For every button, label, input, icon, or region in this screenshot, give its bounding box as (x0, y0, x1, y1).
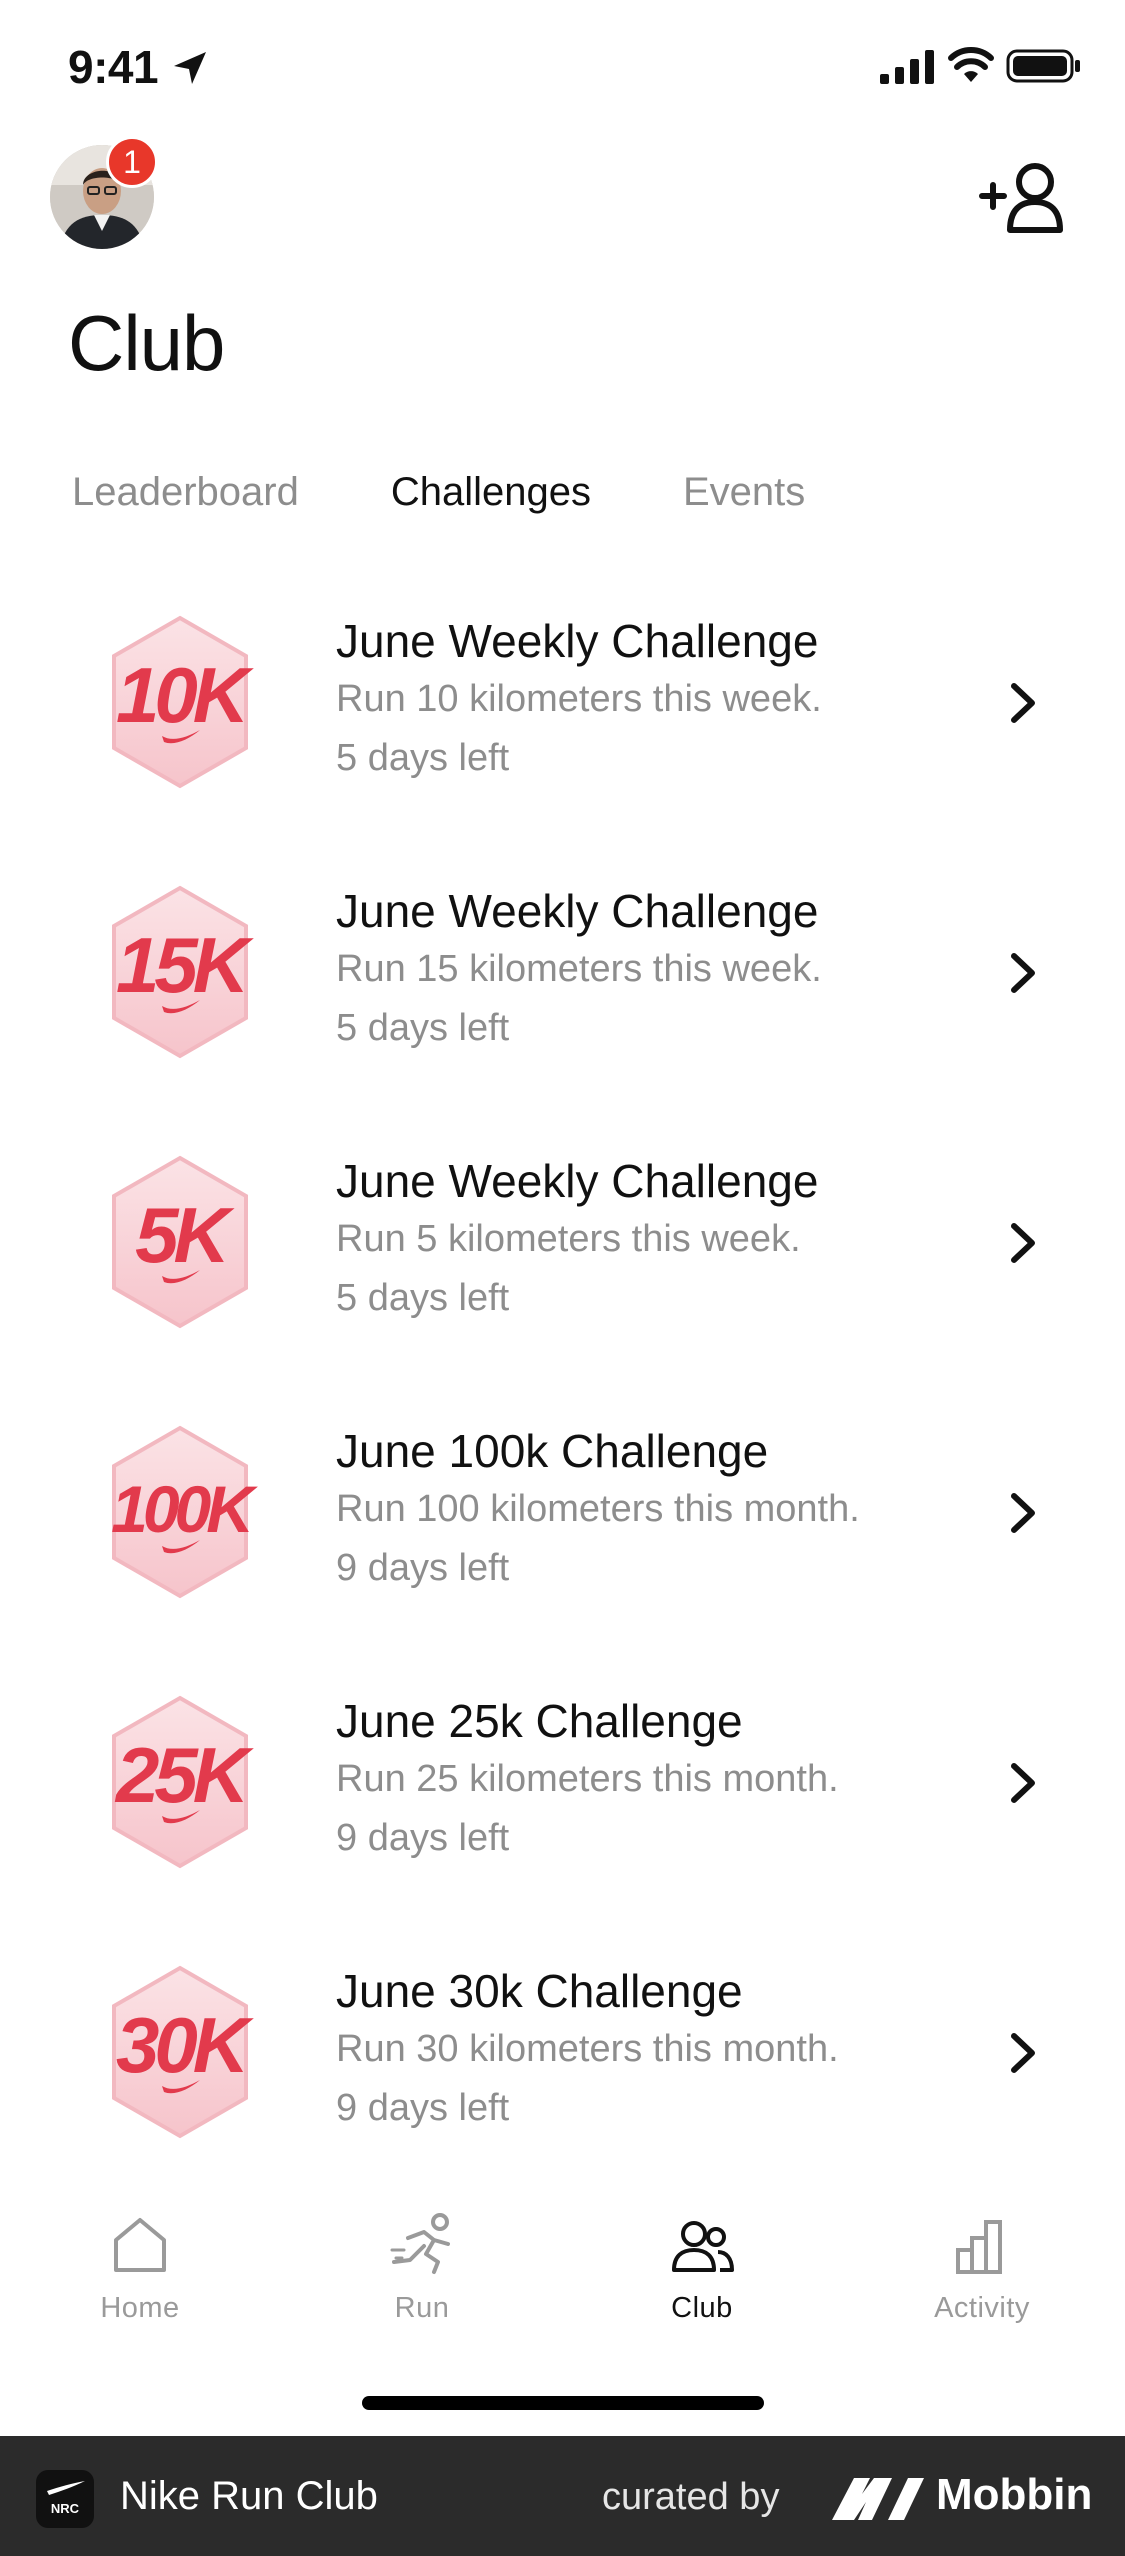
challenge-description: Run 15 kilometers this week. (336, 948, 822, 990)
status-bar: 9:41 (0, 0, 1125, 140)
tab-challenges[interactable]: Challenges (391, 470, 591, 530)
tab-events[interactable]: Events (683, 470, 805, 530)
club-icon (672, 2221, 734, 2272)
challenge-title: June Weekly Challenge (336, 885, 819, 937)
chevron-right-icon (1011, 1493, 1035, 1533)
activity-icon (956, 2220, 1002, 2274)
medal-label: 100K (111, 1472, 258, 1546)
chevron-right-icon (1011, 1223, 1035, 1263)
location-arrow-icon (174, 52, 206, 84)
challenge-medal-icon: 100K (111, 1425, 263, 1599)
cellular-signal-icon (880, 50, 934, 84)
challenge-description: Run 100 kilometers this month. (336, 1488, 860, 1530)
medal-label: 5K (135, 1191, 235, 1279)
challenge-description: Run 30 kilometers this month. (336, 2028, 839, 2070)
home-icon (114, 2218, 166, 2272)
nrc-logo-mark: NRC (47, 2481, 85, 2516)
tabbar-run[interactable]: Run (322, 2210, 522, 2325)
footer-curated-by: curated by (602, 2476, 780, 2518)
challenge-text: June Weekly Challenge Run 10 kilometers t… (336, 614, 822, 786)
tabbar-club-label: Club (671, 2292, 733, 2324)
challenge-title: June Weekly Challenge (336, 1155, 819, 1207)
notification-badge: 1 (106, 136, 158, 188)
nrc-logo: NRC (36, 2470, 94, 2528)
challenge-text: June 25k Challenge Run 25 kilometers this… (336, 1694, 839, 1866)
challenge-time-left: 5 days left (336, 1007, 510, 1049)
challenge-time-left: 9 days left (336, 2087, 510, 2129)
challenge-time-left: 9 days left (336, 1817, 510, 1859)
tabbar-run-label: Run (394, 2292, 450, 2324)
challenge-medal-icon: 25K (112, 1695, 260, 1869)
tabbar-club[interactable]: Club (602, 2210, 802, 2325)
challenge-row[interactable]: 10K June Weekly Challenge Run 10 kilometer… (0, 570, 1125, 840)
tabbar-activity[interactable]: Activity (882, 2210, 1082, 2325)
chevron-right-icon (1011, 2033, 1035, 2073)
challenge-description: Run 5 kilometers this week. (336, 1218, 801, 1260)
tabbar-home[interactable]: Home (40, 2210, 240, 2325)
chevron-right-icon (1011, 953, 1035, 993)
challenge-description: Run 10 kilometers this week. (336, 678, 822, 720)
footer-brand: Mobbin (936, 2470, 1093, 2519)
challenge-title: June 25k Challenge (336, 1695, 743, 1747)
bottom-tab-bar: Home Run Club Activity (0, 2180, 1125, 2380)
challenge-medal-icon: 30K (112, 1965, 260, 2139)
challenge-text: June 30k Challenge Run 30 kilometers this… (336, 1964, 839, 2136)
tabbar-activity-label: Activity (934, 2292, 1030, 2324)
medal-label: 10K (116, 651, 255, 739)
challenge-title: June 100k Challenge (336, 1425, 769, 1477)
challenge-list: 10K June Weekly Challenge Run 10 kilometer… (0, 570, 1125, 2190)
mobbin-logo-icon (832, 2478, 924, 2520)
footer-banner: NRC Nike Run Club curated by Mobbin (0, 2436, 1125, 2556)
challenge-time-left: 5 days left (336, 737, 510, 779)
medal-label: 30K (116, 2001, 255, 2089)
status-time: 9:41 (68, 41, 159, 93)
run-icon (390, 2213, 450, 2274)
challenge-text: June Weekly Challenge Run 5 kilometers th… (336, 1154, 818, 1326)
tab-leaderboard[interactable]: Leaderboard (72, 470, 299, 530)
challenge-time-left: 9 days left (336, 1547, 510, 1589)
challenge-row[interactable]: 25K June 25k Challenge Run 25 kilometers t… (0, 1650, 1125, 1920)
challenge-medal-icon: 15K (112, 885, 260, 1059)
challenge-text: June 100k Challenge Run 100 kilometers th… (336, 1424, 860, 1596)
segment-tabs: Leaderboard Challenges Events (72, 470, 897, 530)
challenge-description: Run 25 kilometers this month. (336, 1758, 839, 1800)
medal-label: 25K (114, 1731, 255, 1819)
tabbar-home-label: Home (100, 2292, 180, 2324)
challenge-time-left: 5 days left (336, 1277, 510, 1319)
chevron-right-icon (1011, 683, 1035, 723)
medal-label: 15K (116, 921, 255, 1009)
challenge-medal-icon: 10K (112, 615, 260, 789)
footer-app-name: Nike Run Club (120, 2474, 378, 2518)
challenge-title: June 30k Challenge (336, 1965, 743, 2017)
challenge-title: June Weekly Challenge (336, 615, 819, 667)
wifi-icon (948, 47, 994, 82)
chevron-right-icon (1011, 1763, 1035, 1803)
challenge-row[interactable]: 30K June 30k Challenge Run 30 kilometers t… (0, 1920, 1125, 2190)
add-friend-icon[interactable] (978, 160, 1068, 236)
page-title: Club (68, 299, 225, 387)
challenge-text: June Weekly Challenge Run 15 kilometers t… (336, 884, 822, 1056)
home-indicator (362, 2396, 764, 2410)
nrc-logo-text: NRC (51, 2501, 80, 2516)
challenge-row[interactable]: 5K June Weekly Challenge Run 5 kilometers … (0, 1110, 1125, 1380)
challenge-row[interactable]: 15K June Weekly Challenge Run 15 kilometer… (0, 840, 1125, 1110)
challenge-medal-icon: 5K (112, 1155, 248, 1329)
battery-icon (1006, 49, 1080, 83)
challenge-row[interactable]: 100K June 100k Challenge Run 100 kilometer… (0, 1380, 1125, 1650)
